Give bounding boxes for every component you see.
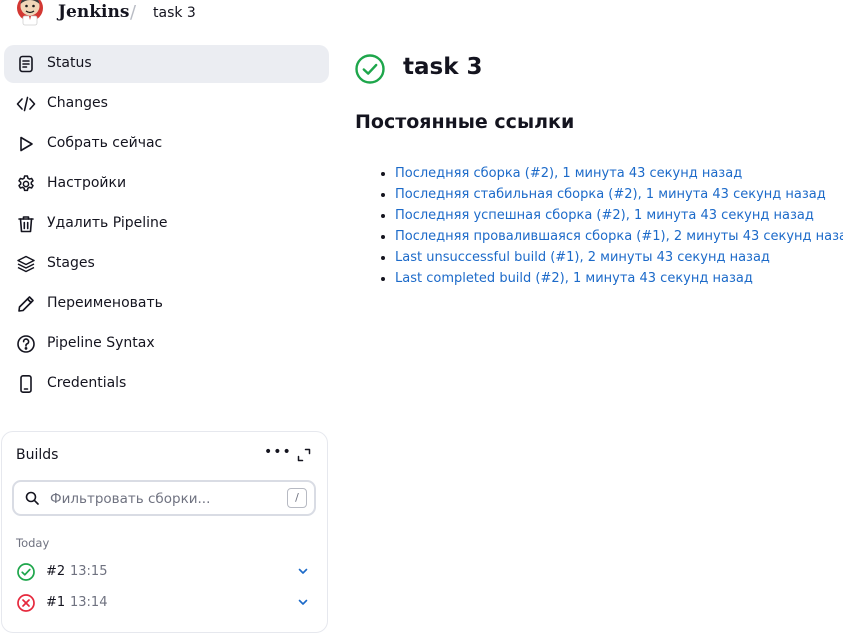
builds-title: Builds bbox=[16, 447, 59, 463]
sidebar-item-build-now[interactable]: Собрать сейчас bbox=[4, 125, 329, 163]
list-item: Последняя успешная сборка (#2), 1 минута… bbox=[395, 205, 843, 226]
build-time: 13:14 bbox=[70, 595, 108, 610]
expand-icon[interactable] bbox=[297, 448, 311, 462]
sidebar-item-label: Собрать сейчас bbox=[47, 135, 163, 151]
sidebar-item-stages[interactable]: Stages bbox=[4, 245, 329, 283]
sidebar-item-label: Changes bbox=[47, 95, 108, 111]
success-icon bbox=[354, 53, 386, 85]
jenkins-logo-icon[interactable] bbox=[16, 0, 44, 26]
sidebar-item-label: Удалить Pipeline bbox=[47, 215, 168, 231]
search-icon bbox=[25, 491, 39, 505]
gear-icon bbox=[16, 174, 36, 194]
sidebar-item-rename[interactable]: Переименовать bbox=[4, 285, 329, 323]
builds-panel: Builds ••• / Today #2 13:15 bbox=[1, 431, 328, 633]
builds-group-label: Today bbox=[16, 536, 50, 550]
permalink-last-failed-build[interactable]: Последняя провалившаяся сборка (#1), 2 м… bbox=[395, 229, 843, 244]
list-item: Последняя провалившаяся сборка (#1), 2 м… bbox=[395, 226, 843, 247]
jenkins-brand-link[interactable]: Jenkins bbox=[58, 2, 129, 22]
keyboard-shortcut-badge: / bbox=[287, 488, 307, 508]
code-icon bbox=[16, 94, 36, 114]
sidebar-item-label: Credentials bbox=[47, 375, 127, 391]
page-title: task 3 bbox=[403, 54, 483, 80]
layers-icon bbox=[16, 254, 36, 274]
sidebar-item-changes[interactable]: Changes bbox=[4, 85, 329, 123]
sidebar-nav: Status Changes Собрать сейчас Настройки bbox=[4, 45, 329, 405]
trash-icon bbox=[16, 214, 36, 234]
builds-filter: / bbox=[12, 480, 316, 516]
top-bar: Jenkins / task 3 bbox=[0, 0, 843, 30]
list-item: Последняя сборка (#2), 1 минута 43 секун… bbox=[395, 163, 843, 184]
more-options-button[interactable]: ••• bbox=[264, 444, 292, 460]
sidebar-item-label: Настройки bbox=[47, 175, 127, 191]
sidebar-item-label: Pipeline Syntax bbox=[47, 335, 155, 351]
build-number[interactable]: #1 bbox=[46, 595, 65, 610]
list-item: Последняя стабильная сборка (#2), 1 мину… bbox=[395, 184, 843, 205]
sidebar-item-configure[interactable]: Настройки bbox=[4, 165, 329, 203]
list-item: Last completed build (#2), 1 минута 43 с… bbox=[395, 268, 843, 289]
permalink-last-completed-build[interactable]: Last completed build (#2), 1 минута 43 с… bbox=[395, 271, 753, 286]
builds-filter-input[interactable] bbox=[48, 488, 282, 510]
play-icon bbox=[16, 134, 36, 154]
sidebar-item-delete-pipeline[interactable]: Удалить Pipeline bbox=[4, 205, 329, 243]
breadcrumb-separator: / bbox=[130, 2, 137, 23]
list-item: Last unsuccessful build (#1), 2 минуты 4… bbox=[395, 247, 843, 268]
failure-icon bbox=[16, 593, 36, 613]
permalink-last-unsuccessful-build[interactable]: Last unsuccessful build (#1), 2 минуты 4… bbox=[395, 250, 770, 265]
pencil-icon bbox=[16, 294, 36, 314]
permalink-last-build[interactable]: Последняя сборка (#2), 1 минута 43 секун… bbox=[395, 166, 742, 181]
chevron-down-icon[interactable] bbox=[296, 564, 310, 578]
sidebar-item-credentials[interactable]: Credentials bbox=[4, 365, 329, 403]
help-icon bbox=[16, 334, 36, 354]
permalink-last-stable-build[interactable]: Последняя стабильная сборка (#2), 1 мину… bbox=[395, 187, 826, 202]
build-number[interactable]: #2 bbox=[46, 564, 65, 579]
status-icon bbox=[16, 54, 36, 74]
sidebar-item-label: Переименовать bbox=[47, 295, 163, 311]
phone-icon bbox=[16, 374, 36, 394]
build-row[interactable]: #2 13:15 bbox=[2, 558, 327, 586]
sidebar-item-label: Stages bbox=[47, 255, 95, 271]
breadcrumb-job[interactable]: task 3 bbox=[153, 5, 196, 21]
success-icon bbox=[16, 562, 36, 582]
permalink-last-successful-build[interactable]: Последняя успешная сборка (#2), 1 минута… bbox=[395, 208, 814, 223]
sidebar-item-status[interactable]: Status bbox=[4, 45, 329, 83]
build-time: 13:15 bbox=[70, 564, 108, 579]
build-row[interactable]: #1 13:14 bbox=[2, 589, 327, 617]
permalinks-list: Последняя сборка (#2), 1 минута 43 секун… bbox=[375, 163, 843, 289]
sidebar-item-pipeline-syntax[interactable]: Pipeline Syntax bbox=[4, 325, 329, 363]
permalinks-heading: Постоянные ссылки bbox=[355, 111, 575, 133]
sidebar-item-label: Status bbox=[47, 55, 92, 71]
chevron-down-icon[interactable] bbox=[296, 595, 310, 609]
